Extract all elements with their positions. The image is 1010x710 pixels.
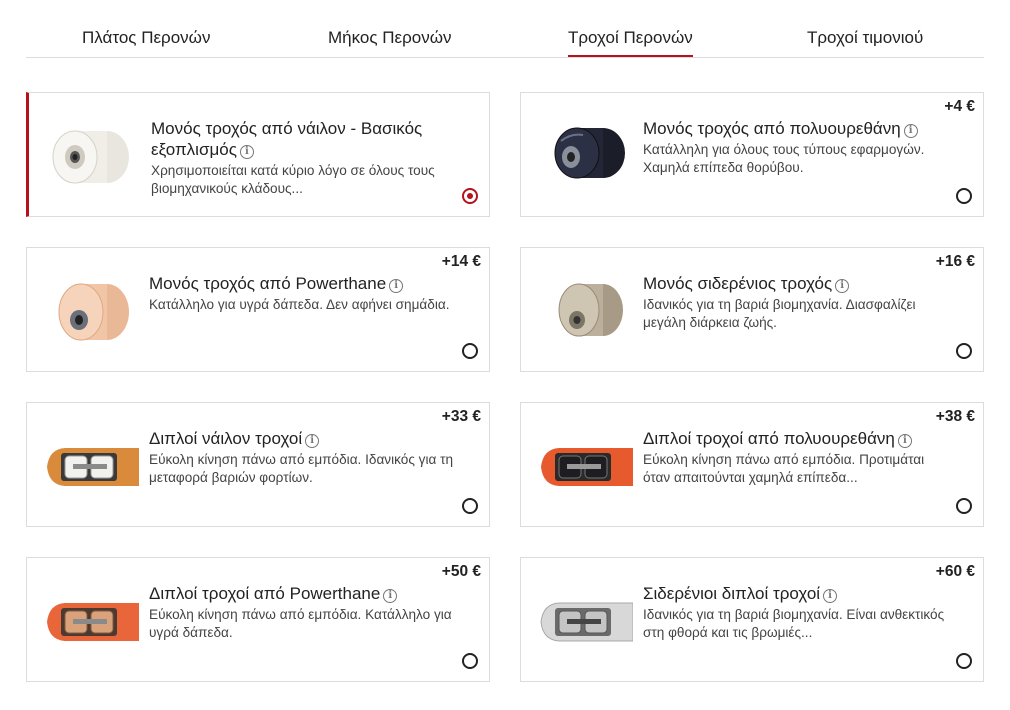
option-price: +38 € <box>935 408 975 425</box>
tandem-steel-fork-image <box>537 578 633 662</box>
option-card-powerthane-tandem[interactable]: Διπλοί τροχοί από Powerthane i Εύκολη κίν… <box>26 557 490 682</box>
steel-roller-image <box>537 268 633 352</box>
option-price: +33 € <box>441 408 481 425</box>
info-icon[interactable]: i <box>823 589 838 603</box>
info-icon[interactable]: i <box>239 145 254 159</box>
black-polyurethane-roller-image <box>537 113 633 197</box>
option-radio[interactable] <box>462 498 478 514</box>
option-radio[interactable] <box>956 498 972 514</box>
option-card-description: Ιδανικός για τη βαριά βιομηχανία. Διασφα… <box>643 297 916 330</box>
tandem-powerthane-fork-image <box>43 578 139 662</box>
tandem-polyurethane-fork-image <box>537 423 633 507</box>
option-card-title: Μονός τροχός από Powerthane i Κατάλληλο γ… <box>149 273 450 314</box>
option-card-title: Μονός τροχός από νάιλον - Βασικός εξοπλι… <box>151 118 451 198</box>
option-card-description: Εύκολη κίνηση πάνω από εμπόδια. Προτιμάτ… <box>643 452 925 485</box>
option-card-title: Διπλοί τροχοί από Powerthane i Εύκολη κίν… <box>149 583 452 642</box>
tab-bar: Πλάτος Περονών Μήκος Περονών Τροχοί Περο… <box>26 22 984 58</box>
tab-fork-width[interactable]: Πλάτος Περονών <box>82 28 210 48</box>
option-card-description: Χρησιμοποιείται κατά κύριο λόγο σε όλους… <box>151 163 435 196</box>
option-card-description: Κατάλληλο για υγρά δάπεδα. Δεν αφήνει ση… <box>149 297 450 312</box>
option-card-title: Μονός σιδερένιος τροχός i Ιδανικός για τη… <box>643 273 943 332</box>
option-radio[interactable] <box>462 343 478 359</box>
option-card-title: Διπλοί τροχοί από πολυουρεθάνη i Εύκολη κ… <box>643 428 943 487</box>
option-card-polyurethane-single[interactable]: Μονός τροχός από πολυουρεθάνη i Κατάλληλη… <box>520 92 984 217</box>
option-card-title: Μονός τροχός από πολυουρεθάνη i Κατάλληλη… <box>643 118 943 177</box>
info-icon[interactable]: i <box>835 279 850 293</box>
tandem-nylon-fork-image <box>43 423 139 507</box>
option-radio[interactable] <box>956 653 972 669</box>
option-card-steel-single[interactable]: Μονός σιδερένιος τροχός i Ιδανικός για τη… <box>520 247 984 372</box>
option-price: +16 € <box>935 253 975 270</box>
white-nylon-roller-image <box>45 113 141 197</box>
option-radio[interactable] <box>956 343 972 359</box>
option-card-nylon-single[interactable]: Μονός τροχός από νάιλον - Βασικός εξοπλι… <box>26 92 490 217</box>
info-icon[interactable]: i <box>903 124 918 138</box>
option-price: +50 € <box>441 563 481 580</box>
option-price: +14 € <box>441 253 481 270</box>
option-card-description: Κατάλληλη για όλους τους τύπους εφαρμογώ… <box>643 142 925 175</box>
tab-steering-wheels[interactable]: Τροχοί τιμονιού <box>807 28 923 48</box>
option-card-nylon-tandem[interactable]: Διπλοί νάιλον τροχοί i Εύκολη κίνηση πάνω… <box>26 402 490 527</box>
info-icon[interactable]: i <box>383 589 398 603</box>
option-card-title: Διπλοί νάιλον τροχοί i Εύκολη κίνηση πάνω… <box>149 428 453 487</box>
option-card-description: Εύκολη κίνηση πάνω από εμπόδια. Κατάλληλ… <box>149 607 452 640</box>
option-radio[interactable] <box>956 188 972 204</box>
orange-powerthane-roller-image <box>43 268 139 352</box>
info-icon[interactable]: i <box>389 279 404 293</box>
option-card-description: Εύκολη κίνηση πάνω από εμπόδια. Ιδανικός… <box>149 452 454 485</box>
option-price: +4 € <box>944 98 975 115</box>
info-icon[interactable]: i <box>305 434 320 448</box>
tab-fork-wheels[interactable]: Τροχοί Περονών <box>568 28 693 57</box>
info-icon[interactable]: i <box>897 434 912 448</box>
tab-fork-length[interactable]: Μήκος Περονών <box>328 28 452 48</box>
option-price: +60 € <box>935 563 975 580</box>
option-card-polyurethane-tandem[interactable]: Διπλοί τροχοί από πολυουρεθάνη i Εύκολη κ… <box>520 402 984 527</box>
option-radio[interactable] <box>462 188 478 204</box>
option-card-steel-tandem[interactable]: Σιδερένιοι διπλοί τροχοί i Ιδανικός για τ… <box>520 557 984 682</box>
option-radio[interactable] <box>462 653 478 669</box>
option-card-powerthane-single[interactable]: Μονός τροχός από Powerthane i Κατάλληλο γ… <box>26 247 490 372</box>
option-card-description: Ιδανικός για τη βαριά βιομηχανία. Είναι … <box>643 607 945 640</box>
option-card-title: Σιδερένιοι διπλοί τροχοί i Ιδανικός για τ… <box>643 583 944 642</box>
